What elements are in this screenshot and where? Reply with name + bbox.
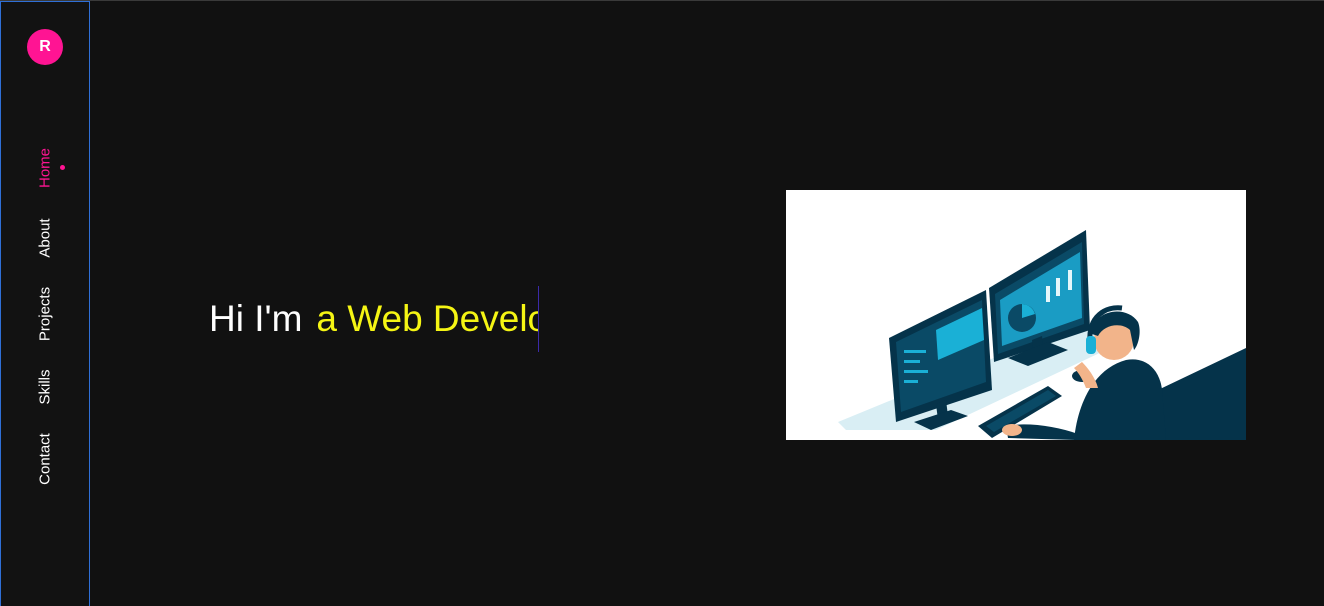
nav-item-projects[interactable]: Projects bbox=[37, 287, 54, 341]
logo-letter: R bbox=[39, 38, 51, 55]
page: R Home About Projects Skills Contact Hi … bbox=[0, 0, 1324, 606]
sidebar-nav: R Home About Projects Skills Contact bbox=[0, 1, 90, 606]
hero-greeting: Hi I'm bbox=[209, 298, 303, 339]
typed-text-container: a Web Develo bbox=[316, 286, 540, 352]
nav-item-contact[interactable]: Contact bbox=[37, 433, 54, 485]
hero-typed-text: a Web Develo bbox=[316, 298, 540, 339]
nav-item-home[interactable]: Home bbox=[37, 148, 54, 188]
logo-avatar[interactable]: R bbox=[27, 29, 63, 65]
developer-illustration-svg bbox=[838, 230, 1246, 440]
developer-at-computer-illustration bbox=[786, 190, 1246, 440]
nav-item-about[interactable]: About bbox=[37, 218, 54, 257]
hero-heading: Hi I'm a Web Develo bbox=[209, 286, 540, 352]
nav-item-skills[interactable]: Skills bbox=[37, 369, 54, 404]
active-indicator-dot bbox=[60, 165, 65, 170]
